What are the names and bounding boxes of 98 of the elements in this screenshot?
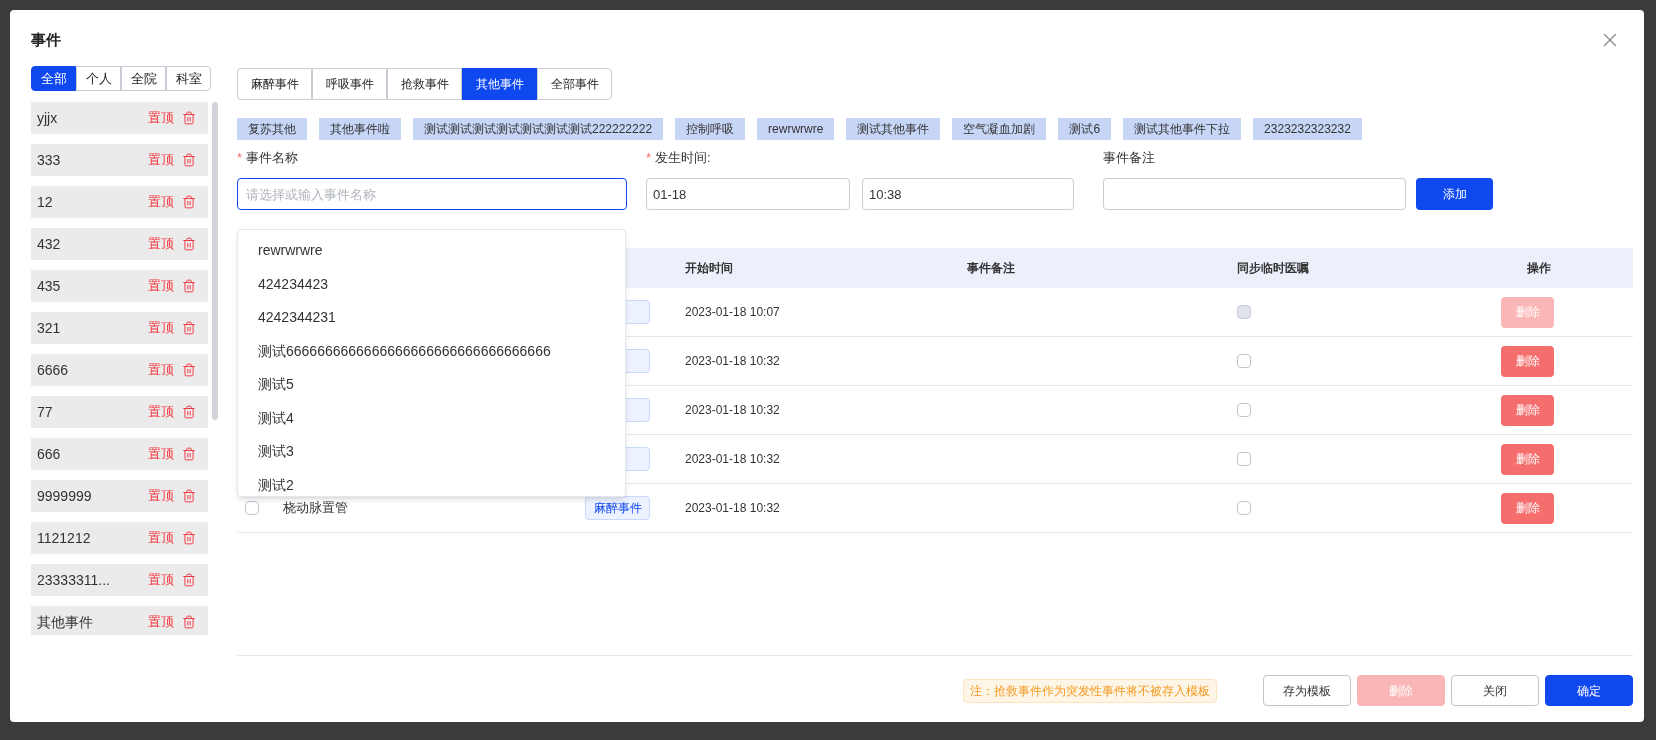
- template-item[interactable]: yjjx 置顶: [31, 102, 208, 134]
- trash-icon[interactable]: [182, 153, 196, 167]
- required-mark: *: [646, 150, 652, 165]
- template-name: 77: [37, 402, 54, 422]
- quick-tag[interactable]: 测试6: [1058, 118, 1112, 140]
- column-header: 同步临时医嘱: [1237, 260, 1310, 277]
- row-checkbox[interactable]: [245, 501, 259, 515]
- template-item[interactable]: 9999999 置顶: [31, 480, 208, 512]
- notice: 注：抢救事件作为突发性事件将不被存入模板: [963, 678, 1217, 703]
- event-name-field[interactable]: 请选择或输入事件名称: [237, 178, 627, 210]
- trash-icon[interactable]: [182, 321, 196, 335]
- suggestion-option[interactable]: 测试4: [238, 401, 625, 435]
- suggestion-option[interactable]: rewrwrwre: [238, 234, 625, 268]
- template-name: 其他事件: [37, 612, 94, 632]
- quick-tag[interactable]: 测试其他事件下拉: [1123, 118, 1242, 140]
- note-field[interactable]: [1103, 178, 1406, 210]
- trash-icon[interactable]: [182, 531, 196, 545]
- trash-icon[interactable]: [182, 237, 196, 251]
- category-tab[interactable]: 全部事件: [537, 68, 612, 100]
- footer-button[interactable]: 关闭: [1451, 675, 1539, 706]
- template-item[interactable]: 1121212 置顶: [31, 522, 208, 554]
- start-time: 2023-01-18 10:32: [685, 402, 781, 419]
- template-name: 9999999: [37, 486, 93, 506]
- template-item[interactable]: 321 置顶: [31, 312, 208, 344]
- event-name: 桡动脉置管: [283, 500, 348, 516]
- quick-tag[interactable]: rewrwrwre: [757, 118, 835, 140]
- suggestion-option[interactable]: 测试3: [238, 435, 625, 469]
- template-name: 23333311...: [37, 570, 111, 590]
- field-label: * 事件名称: [237, 149, 300, 167]
- scope-tab[interactable]: 个人: [76, 66, 121, 91]
- quick-tag[interactable]: 其他事件啦: [319, 118, 401, 140]
- trash-icon[interactable]: [182, 363, 196, 377]
- column-header: 事件备注: [967, 260, 1016, 277]
- category-tab[interactable]: 其他事件: [462, 68, 537, 100]
- suggestion-option[interactable]: 424234423: [238, 267, 625, 301]
- template-name: 12: [37, 192, 54, 212]
- suggestion-option[interactable]: 测试2: [238, 468, 625, 496]
- scope-tab[interactable]: 全部: [31, 66, 76, 91]
- template-item[interactable]: 333 置顶: [31, 144, 208, 176]
- suggestion-option[interactable]: 4242344231: [238, 301, 625, 335]
- suggestion-option[interactable]: 测试5: [238, 368, 625, 402]
- footer-button[interactable]: 存为模板: [1263, 675, 1351, 706]
- trash-icon[interactable]: [182, 195, 196, 209]
- field-label: 事件备注: [1103, 149, 1156, 167]
- template-name: 435: [37, 276, 62, 296]
- template-name: 6666: [37, 360, 70, 380]
- trash-icon[interactable]: [182, 111, 196, 125]
- start-time: 2023-01-18 10:32: [685, 500, 781, 517]
- footer-button[interactable]: 确定: [1545, 675, 1633, 706]
- trash-icon[interactable]: [182, 279, 196, 293]
- add-button[interactable]: 添加: [1416, 178, 1493, 210]
- category-tab[interactable]: 抢救事件: [387, 68, 462, 100]
- template-name: yjjx: [37, 108, 59, 128]
- event-type-tag: 麻醉事件: [585, 496, 650, 520]
- template-item[interactable]: 666 置顶: [31, 438, 208, 470]
- template-item[interactable]: 12 置顶: [31, 186, 208, 218]
- start-time: 2023-01-18 10:32: [685, 451, 781, 468]
- dialog-title: 事件: [31, 29, 61, 50]
- template-name: 333: [37, 150, 62, 170]
- template-name: 432: [37, 234, 62, 254]
- sync-checkbox[interactable]: [1237, 452, 1251, 466]
- template-item[interactable]: 23333311... 置顶: [31, 564, 208, 596]
- trash-icon[interactable]: [182, 573, 196, 587]
- trash-icon[interactable]: [182, 447, 196, 461]
- template-item[interactable]: 432 置顶: [31, 228, 208, 260]
- template-name: 666: [37, 444, 62, 464]
- column-header: 开始时间: [685, 260, 734, 277]
- template-name: 1121212: [37, 528, 92, 548]
- date-field[interactable]: 01-18: [646, 178, 850, 210]
- trash-icon[interactable]: [182, 489, 196, 503]
- template-item[interactable]: 6666 置顶: [31, 354, 208, 386]
- quick-tag[interactable]: 空气凝血加剧: [952, 118, 1047, 140]
- quick-tag[interactable]: 控制呼吸: [675, 118, 746, 140]
- scrollbar[interactable]: [212, 102, 218, 420]
- trash-icon[interactable]: [182, 405, 196, 419]
- start-time: 2023-01-18 10:32: [685, 353, 781, 370]
- time-field[interactable]: 10:38: [862, 178, 1074, 210]
- scope-tab[interactable]: 科室: [166, 66, 211, 91]
- field-label: * 发生时间:: [646, 149, 712, 167]
- sync-checkbox[interactable]: [1237, 501, 1251, 515]
- category-tab[interactable]: 呼吸事件: [312, 68, 387, 100]
- template-item[interactable]: 77 置顶: [31, 396, 208, 428]
- template-item[interactable]: 其他事件 置顶: [31, 606, 208, 635]
- category-tab[interactable]: 麻醉事件: [237, 68, 312, 100]
- quick-tag[interactable]: 复苏其他: [237, 118, 307, 140]
- required-mark: *: [237, 150, 243, 165]
- template-item[interactable]: 435 置顶: [31, 270, 208, 302]
- trash-icon[interactable]: [182, 615, 196, 629]
- quick-tag[interactable]: 测试其他事件: [846, 118, 941, 140]
- sync-checkbox[interactable]: [1237, 403, 1251, 417]
- column-header: 操作: [1527, 260, 1551, 277]
- sync-checkbox[interactable]: [1237, 354, 1251, 368]
- suggestion-option[interactable]: 测试6666666666666666666666666666666666: [238, 334, 625, 368]
- start-time: 2023-01-18 10:07: [685, 304, 781, 321]
- quick-tag[interactable]: 测试测试测试测试测试测试测试222222222: [413, 118, 664, 140]
- scope-tab[interactable]: 全院: [121, 66, 166, 91]
- template-name: 321: [37, 318, 62, 338]
- quick-tag[interactable]: 2323232323232: [1253, 118, 1362, 140]
